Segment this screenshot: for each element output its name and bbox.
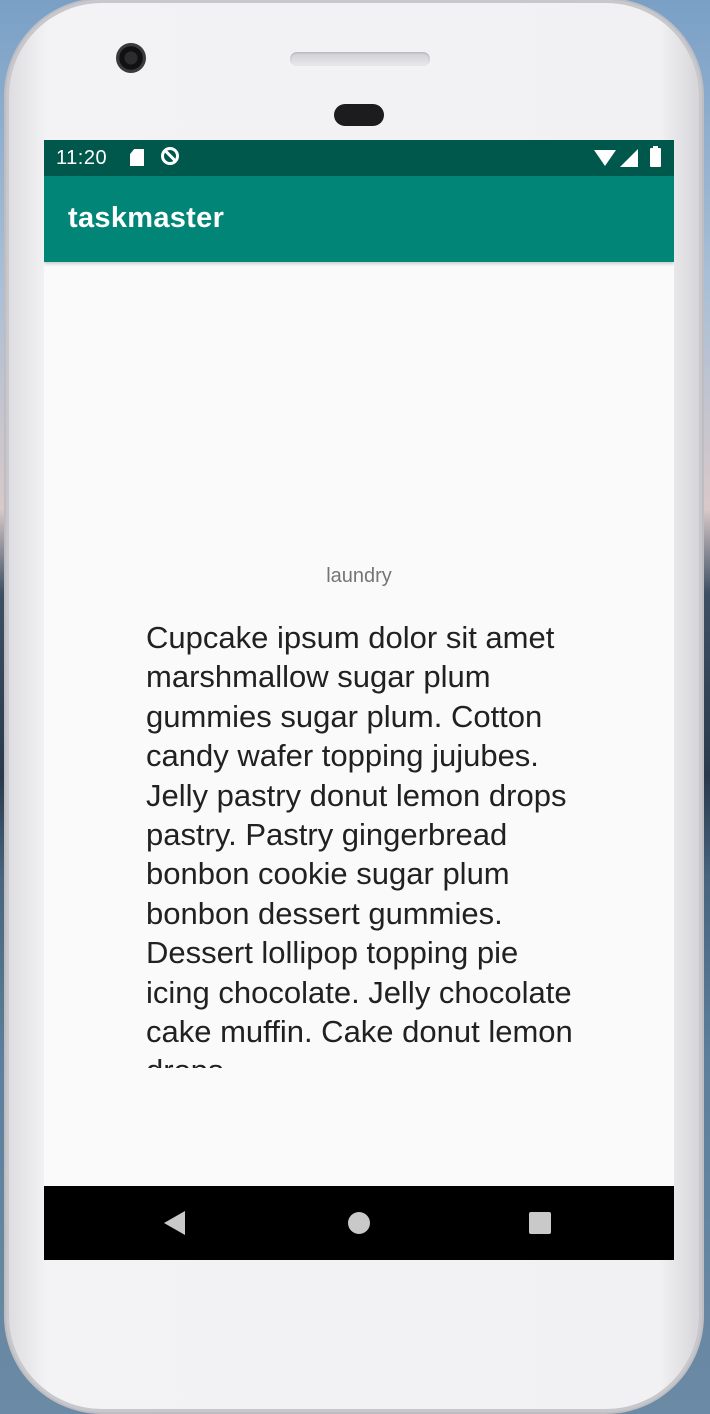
app-title: taskmaster bbox=[68, 202, 225, 234]
cell-signal-icon bbox=[620, 149, 638, 167]
recents-icon[interactable] bbox=[529, 1212, 551, 1234]
app-bar: taskmaster bbox=[44, 176, 674, 262]
status-time: 11:20 bbox=[56, 147, 108, 169]
wifi-icon bbox=[594, 150, 616, 166]
task-body[interactable]: Cupcake ipsum dolor sit amet marshmallow… bbox=[146, 618, 576, 1068]
battery-icon bbox=[650, 146, 661, 167]
sync-icon bbox=[161, 147, 179, 165]
proximity-sensor bbox=[334, 104, 384, 126]
back-icon[interactable] bbox=[164, 1211, 185, 1235]
status-bar: 11:20 bbox=[44, 140, 674, 176]
home-icon[interactable] bbox=[348, 1212, 370, 1234]
navigation-bar bbox=[44, 1186, 674, 1260]
sd-card-icon bbox=[130, 149, 144, 166]
phone-frame: 11:20 taskmaster laundry Cupcake ipsum d… bbox=[6, 0, 702, 1412]
front-camera bbox=[116, 43, 146, 73]
device-screen: 11:20 taskmaster laundry Cupcake ipsum d… bbox=[44, 140, 674, 1260]
task-title: laundry bbox=[326, 565, 392, 587]
earpiece-speaker bbox=[290, 52, 430, 66]
